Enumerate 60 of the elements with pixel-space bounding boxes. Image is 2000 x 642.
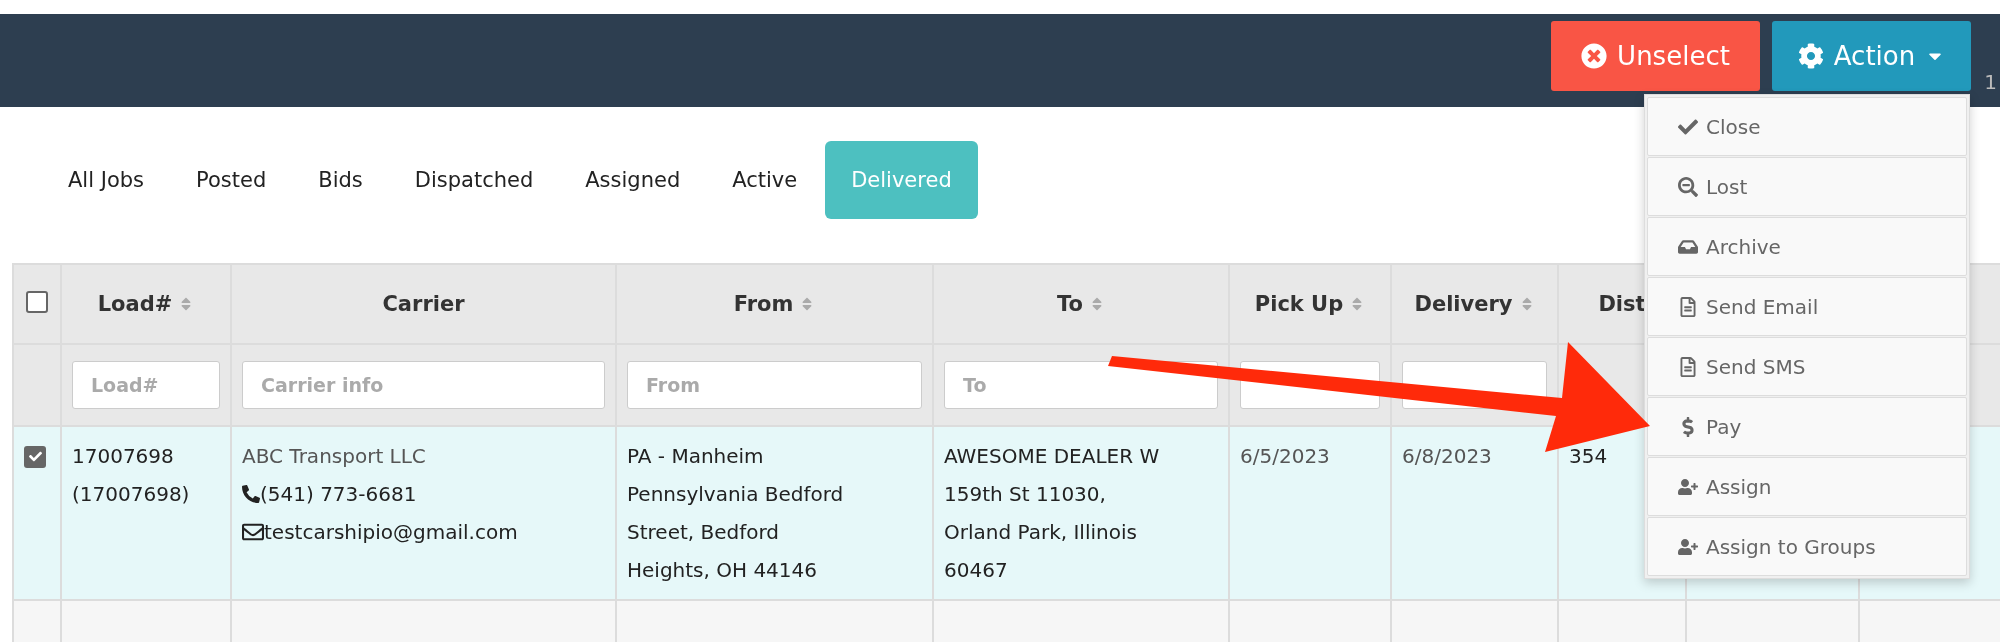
email-address: testcarshipio@gmail.com [264,519,518,546]
address-line: 60467 [944,557,1009,584]
menu-item[interactable]: Assign [1647,457,1967,516]
address-line: Pennsylvania Bedford [627,481,845,508]
tab[interactable]: Bids [294,141,387,219]
menu-item[interactable]: Pay [1647,397,1967,456]
document-icon [1678,356,1698,377]
menu-item[interactable]: Lost [1647,157,1967,216]
counter: 1 [1984,70,1997,94]
user-plus-icon [1678,536,1698,557]
pickup-date: 6/5/2023 [1240,443,1331,470]
menu-item[interactable]: Send Email [1647,277,1967,336]
column-title: Load# [97,292,173,316]
column-header[interactable]: Pick Up [1229,264,1391,344]
column-title: Delivery [1414,292,1513,316]
address-line: Street, Bedford [627,519,781,546]
column-title: Dist [1598,292,1646,316]
delivery-date: 6/8/2023 [1402,443,1493,470]
tab[interactable]: Posted [172,141,291,219]
address-line: Orland Park, Illinois [944,519,1138,546]
checkbox[interactable] [24,445,46,468]
load-number: (17007698) [72,481,191,508]
column-title: From [733,292,794,316]
column-title: Pick Up [1254,292,1344,316]
user-plus-icon [1678,476,1698,497]
distance: 354 [1569,443,1609,470]
menu-item[interactable]: Assign to Groups [1647,517,1967,576]
phone-icon [242,485,260,503]
column-header[interactable]: Delivery [1391,264,1558,344]
tab[interactable]: Assigned [561,141,705,219]
carrier-name: ABC Transport LLC [242,443,427,470]
filter-field[interactable]: Carrier info [242,361,605,409]
filter-field[interactable]: Load# [72,361,220,409]
menu-item[interactable]: Archive [1647,217,1967,276]
search-minus-icon [1678,176,1698,197]
tab[interactable]: All Jobs [44,141,169,219]
column-header[interactable]: Carrier [231,264,616,344]
phone-number: (541) 773-6681 [260,481,417,508]
address-line: PA - Manheim [627,443,765,470]
filter-field[interactable]: From [627,361,922,409]
tab[interactable]: Active [708,141,822,219]
column-header[interactable]: To [933,264,1229,344]
column-title: To [1057,292,1083,316]
column-header[interactable]: From [616,264,933,344]
envelope-icon [242,521,264,543]
column-title: Carrier [382,292,465,316]
load-number: 17007698 [72,443,175,470]
address-line: 159th St 11030, [944,481,1107,508]
checkbox[interactable] [26,290,48,313]
document-icon [1678,296,1698,317]
address-line: AWESOME DEALER W [944,443,1161,470]
tab[interactable]: Dispatched [390,141,558,219]
settings-icon [1797,43,1824,69]
menu-item[interactable]: Send SMS [1647,337,1967,396]
column-header[interactable]: Load# [61,264,231,344]
filter-field[interactable]: To [944,361,1218,409]
address-line: Heights, OH 44146 [627,557,818,584]
check-icon [28,450,42,463]
close-icon [1581,43,1608,69]
menu-item[interactable]: Close [1647,97,1967,156]
